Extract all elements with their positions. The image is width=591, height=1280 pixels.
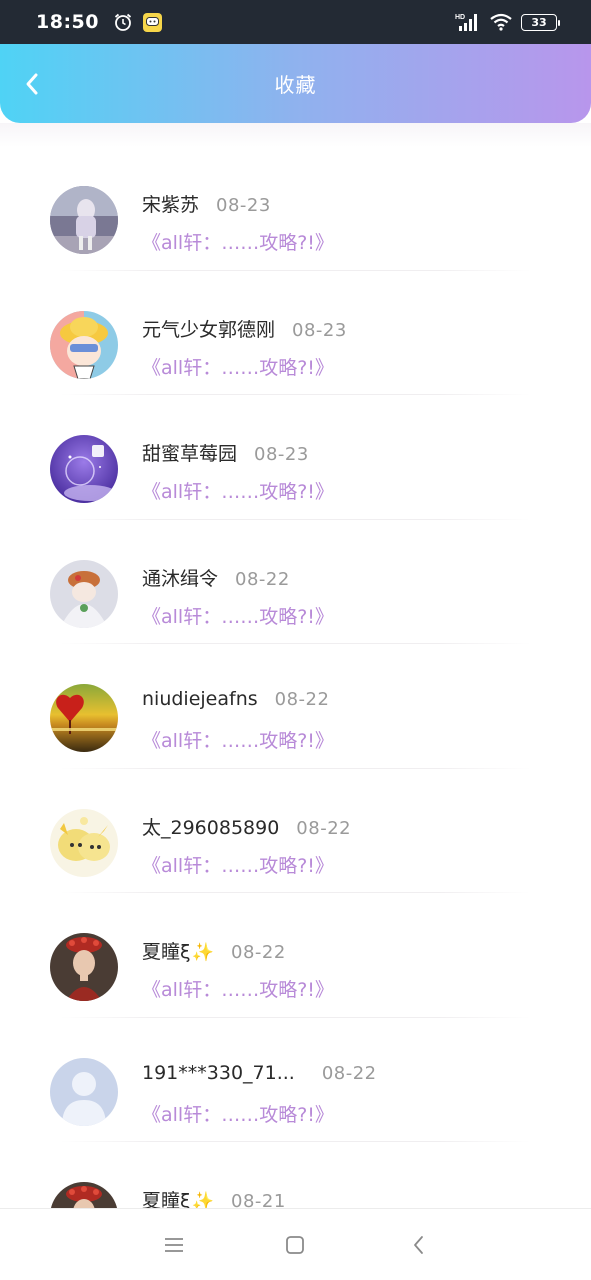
- avatar[interactable]: [50, 310, 118, 379]
- avatar[interactable]: [50, 933, 118, 1001]
- home-square-icon: [286, 1236, 304, 1254]
- post-date: 08-22: [296, 817, 352, 839]
- user-name[interactable]: 宋紫苏: [142, 190, 199, 217]
- avatar[interactable]: [50, 435, 118, 503]
- avatar[interactable]: [50, 684, 118, 752]
- app-notification-icon: [142, 12, 162, 32]
- back-button[interactable]: [18, 68, 46, 100]
- avatar-red-costume: [50, 933, 118, 1001]
- post-date: 08-23: [216, 195, 271, 216]
- post-title[interactable]: 《all轩：……攻略?!》: [142, 1100, 334, 1127]
- status-bar: 18:50 HD 33: [0, 0, 591, 44]
- post-title[interactable]: 《all轩：……攻略?!》: [142, 602, 334, 629]
- list-item[interactable]: 夏瞳ξ ✨ 08-22 《all轩：……攻略?!》: [0, 893, 591, 1018]
- list-item[interactable]: niudiejeafns 08-22 《all轩：……攻略?!》: [0, 644, 591, 769]
- avatar-yellow-anime: [50, 808, 118, 877]
- home-button[interactable]: [283, 1233, 307, 1257]
- user-name[interactable]: 太_296085890: [142, 813, 279, 840]
- post-date: 08-22: [321, 1062, 377, 1084]
- post-date: 08-23: [254, 444, 309, 465]
- post-date: 08-22: [231, 942, 286, 963]
- header-shadow: [0, 123, 591, 147]
- avatar[interactable]: [50, 808, 118, 877]
- avatar[interactable]: [50, 1057, 118, 1126]
- avatar-girl-photo: [50, 186, 118, 254]
- wifi-icon: [490, 13, 512, 31]
- user-name[interactable]: niudiejeafns: [142, 688, 258, 710]
- battery-level: 33: [531, 15, 547, 29]
- user-name[interactable]: 通沐缉令: [142, 564, 218, 591]
- list-item[interactable]: 甜蜜草莓园 08-23 《all轩：……攻略?!》: [0, 395, 591, 520]
- list-item[interactable]: 宋紫苏 08-23 《all轩：……攻略?!》: [0, 146, 591, 271]
- post-date: 08-23: [292, 319, 347, 341]
- user-name[interactable]: 元气少女郭德刚: [142, 315, 275, 342]
- post-title[interactable]: 《all轩：……攻略?!》: [142, 975, 334, 1002]
- avatar-pale-figure: [50, 559, 118, 628]
- battery-icon: 33: [521, 13, 560, 31]
- user-name[interactable]: 191***330_71...: [142, 1062, 295, 1084]
- avatar[interactable]: [50, 559, 118, 628]
- avatar-cartoon-hat: [50, 310, 118, 379]
- avatar-purple-globe: [50, 435, 118, 503]
- page-title: 收藏: [274, 73, 317, 97]
- post-date: 08-22: [235, 568, 290, 590]
- svg-text:HD: HD: [455, 14, 465, 21]
- post-title[interactable]: 《all轩：……攻略?!》: [142, 851, 334, 878]
- header-bar: 收藏: [0, 44, 591, 123]
- back-chevron-icon: [414, 1236, 423, 1254]
- sparkle-icon: ✨: [191, 942, 215, 963]
- post-title[interactable]: 《all轩：……攻略?!》: [142, 726, 334, 753]
- hd-signal-icon: HD: [455, 14, 477, 31]
- avatar-heart-sunset: [50, 684, 118, 752]
- alarm-icon: [114, 13, 132, 31]
- system-nav-bar: [0, 1208, 591, 1280]
- system-back-button[interactable]: [407, 1233, 431, 1257]
- menu-icon: [165, 1238, 183, 1252]
- avatar[interactable]: [50, 186, 118, 254]
- avatar-default: [50, 1057, 118, 1126]
- status-time: 18:50: [36, 11, 99, 33]
- post-title[interactable]: 《all轩：……攻略?!》: [142, 228, 334, 255]
- user-name[interactable]: 甜蜜草莓园: [142, 439, 237, 466]
- list-item[interactable]: 太_296085890 08-22 《all轩：……攻略?!》: [0, 769, 591, 893]
- user-name[interactable]: 夏瞳ξ: [142, 937, 191, 964]
- list-item[interactable]: 元气少女郭德刚 08-23 《all轩：……攻略?!》: [0, 271, 591, 395]
- chevron-left-icon: [26, 73, 38, 95]
- post-date: 08-22: [274, 689, 330, 710]
- post-title[interactable]: 《all轩：……攻略?!》: [142, 353, 334, 380]
- menu-button[interactable]: [162, 1233, 186, 1257]
- favorites-list: 宋紫苏 08-23 《all轩：……攻略?!》 元气少女郭德刚 08-23 《a…: [0, 146, 591, 1267]
- list-item[interactable]: 191***330_71... 08-22 《all轩：……攻略?!》: [0, 1018, 591, 1142]
- list-item[interactable]: 通沐缉令 08-22 《all轩：……攻略?!》: [0, 520, 591, 644]
- post-title[interactable]: 《all轩：……攻略?!》: [142, 477, 334, 504]
